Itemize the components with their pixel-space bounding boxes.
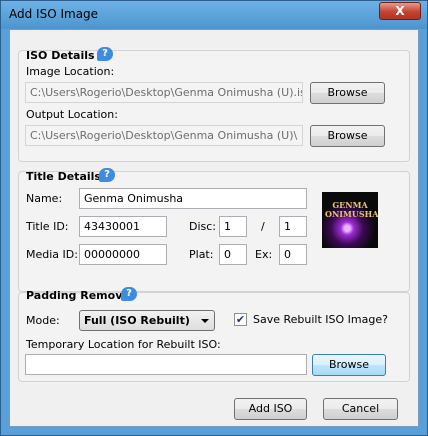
iso-details-group: ISO Details ? Image Location: C:\Users\R… xyxy=(18,47,410,162)
cancel-button[interactable]: Cancel xyxy=(323,398,398,420)
image-location-field[interactable]: C:\Users\Rogerio\Desktop\Genma Onimusha … xyxy=(25,82,303,103)
browse-image-button[interactable]: Browse xyxy=(310,82,385,104)
image-location-label: Image Location: xyxy=(26,65,115,78)
window-title: Add ISO Image xyxy=(9,7,99,21)
title-bar: Add ISO Image X xyxy=(1,1,427,29)
disc-field[interactable]: 1 xyxy=(219,216,247,237)
disc-label: Disc: xyxy=(189,220,217,233)
chevron-down-icon xyxy=(201,319,209,323)
title-id-label: Title ID: xyxy=(26,220,69,233)
add-iso-dialog: Add ISO Image X ISO Details ? Image Loca… xyxy=(0,0,428,436)
name-label: Name: xyxy=(26,192,63,205)
help-icon[interactable]: ? xyxy=(97,47,113,61)
save-rebuilt-checkbox[interactable]: ✔ xyxy=(234,313,247,326)
ex-field[interactable]: 0 xyxy=(279,244,307,265)
padding-removal-group: Padding Removal ? Mode: Full (ISO Rebuil… xyxy=(18,287,410,382)
output-location-field[interactable]: C:\Users\Rogerio\Desktop\Genma Onimusha … xyxy=(25,125,303,146)
mode-select[interactable]: Full (ISO Rebuilt) xyxy=(79,310,215,331)
help-icon[interactable]: ? xyxy=(121,287,137,301)
title-details-group: Title Details ? Name: Genma Onimusha Tit… xyxy=(18,168,410,292)
name-field[interactable]: Genma Onimusha xyxy=(79,188,307,209)
plat-field[interactable]: 0 xyxy=(219,244,247,265)
mode-select-value: Full (ISO Rebuilt) xyxy=(84,314,190,327)
browse-output-button[interactable]: Browse xyxy=(310,125,385,147)
mode-label: Mode: xyxy=(26,314,60,327)
title-id-field[interactable]: 43430001 xyxy=(79,216,167,237)
close-button[interactable]: X xyxy=(379,2,421,20)
title-details-title: Title Details xyxy=(26,170,101,183)
cover-art-image[interactable]: GENMA ONIMUSHA xyxy=(322,192,378,248)
help-icon[interactable]: ? xyxy=(99,168,115,182)
browse-temp-button[interactable]: Browse xyxy=(312,354,386,376)
temp-location-field[interactable] xyxy=(25,354,307,375)
save-rebuilt-label: Save Rebuilt ISO Image? xyxy=(253,313,388,326)
output-location-label: Output Location: xyxy=(26,108,118,121)
plat-label: Plat: xyxy=(189,248,214,261)
dialog-body: ISO Details ? Image Location: C:\Users\R… xyxy=(9,29,419,427)
ex-label: Ex: xyxy=(255,248,273,261)
padding-removal-title: Padding Removal xyxy=(26,289,134,302)
disc-separator: / xyxy=(261,220,265,233)
cover-art-logo-text: GENMA ONIMUSHA xyxy=(325,200,378,219)
media-id-label: Media ID: xyxy=(26,248,78,261)
temp-location-label: Temporary Location for Rebuilt ISO: xyxy=(26,338,221,351)
add-iso-button[interactable]: Add ISO xyxy=(234,398,307,420)
media-id-field[interactable]: 00000000 xyxy=(79,244,167,265)
iso-details-title: ISO Details xyxy=(26,49,95,62)
disc-total-field[interactable]: 1 xyxy=(279,216,307,237)
